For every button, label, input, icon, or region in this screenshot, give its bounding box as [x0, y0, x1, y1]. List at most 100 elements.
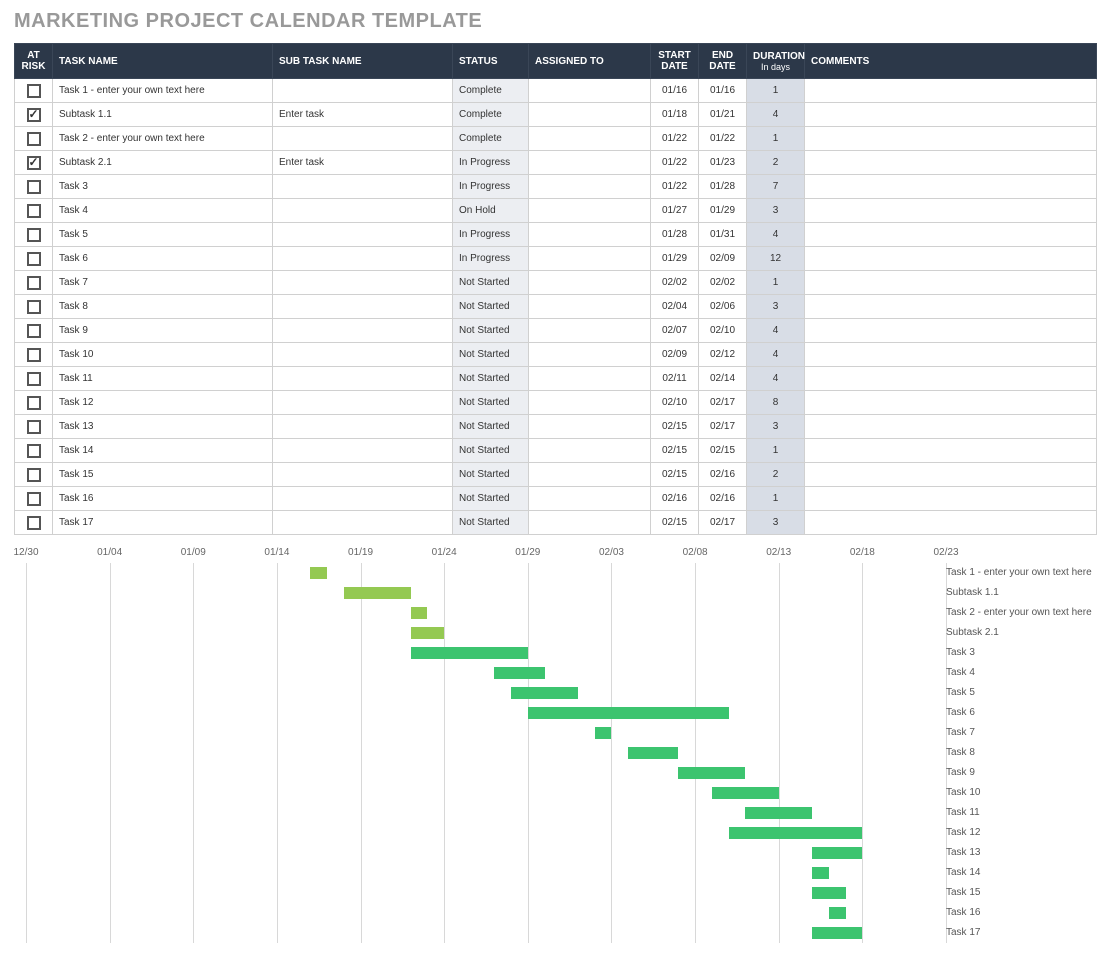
cell-assigned[interactable] — [529, 439, 651, 463]
cell-sub-task[interactable] — [273, 439, 453, 463]
cell-end-date[interactable]: 01/23 — [699, 151, 747, 175]
cell-start-date[interactable]: 01/28 — [651, 223, 699, 247]
cell-sub-task[interactable] — [273, 319, 453, 343]
cell-comments[interactable] — [805, 463, 1097, 487]
cell-end-date[interactable]: 01/16 — [699, 79, 747, 103]
cell-end-date[interactable]: 02/17 — [699, 511, 747, 535]
cell-assigned[interactable] — [529, 199, 651, 223]
cell-assigned[interactable] — [529, 295, 651, 319]
checkbox-icon[interactable] — [27, 204, 41, 218]
cell-assigned[interactable] — [529, 79, 651, 103]
cell-assigned[interactable] — [529, 175, 651, 199]
cell-status[interactable]: Not Started — [453, 391, 529, 415]
cell-at-risk[interactable] — [15, 439, 53, 463]
cell-sub-task[interactable] — [273, 367, 453, 391]
cell-comments[interactable] — [805, 367, 1097, 391]
cell-status[interactable]: Not Started — [453, 463, 529, 487]
cell-task-name[interactable]: Subtask 1.1 — [53, 103, 273, 127]
cell-end-date[interactable]: 01/31 — [699, 223, 747, 247]
cell-duration[interactable]: 1 — [747, 79, 805, 103]
cell-task-name[interactable]: Task 13 — [53, 415, 273, 439]
cell-sub-task[interactable] — [273, 175, 453, 199]
cell-start-date[interactable]: 01/22 — [651, 127, 699, 151]
cell-comments[interactable] — [805, 247, 1097, 271]
checkbox-icon[interactable] — [27, 444, 41, 458]
cell-sub-task[interactable] — [273, 127, 453, 151]
cell-task-name[interactable]: Task 9 — [53, 319, 273, 343]
cell-status[interactable]: Not Started — [453, 271, 529, 295]
cell-at-risk[interactable] — [15, 223, 53, 247]
cell-assigned[interactable] — [529, 127, 651, 151]
cell-comments[interactable] — [805, 511, 1097, 535]
cell-task-name[interactable]: Task 7 — [53, 271, 273, 295]
checkbox-icon[interactable] — [27, 492, 41, 506]
cell-duration[interactable]: 2 — [747, 151, 805, 175]
cell-task-name[interactable]: Task 11 — [53, 367, 273, 391]
cell-at-risk[interactable] — [15, 487, 53, 511]
checkbox-icon[interactable] — [27, 84, 41, 98]
cell-end-date[interactable]: 02/16 — [699, 487, 747, 511]
cell-end-date[interactable]: 02/15 — [699, 439, 747, 463]
cell-sub-task[interactable] — [273, 415, 453, 439]
cell-start-date[interactable]: 02/10 — [651, 391, 699, 415]
cell-at-risk[interactable] — [15, 463, 53, 487]
cell-status[interactable]: Not Started — [453, 343, 529, 367]
cell-task-name[interactable]: Task 12 — [53, 391, 273, 415]
cell-start-date[interactable]: 01/22 — [651, 175, 699, 199]
cell-sub-task[interactable]: Enter task — [273, 151, 453, 175]
cell-assigned[interactable] — [529, 343, 651, 367]
cell-end-date[interactable]: 01/29 — [699, 199, 747, 223]
cell-status[interactable]: Not Started — [453, 487, 529, 511]
cell-comments[interactable] — [805, 343, 1097, 367]
cell-sub-task[interactable] — [273, 487, 453, 511]
cell-at-risk[interactable] — [15, 319, 53, 343]
cell-start-date[interactable]: 01/29 — [651, 247, 699, 271]
cell-status[interactable]: Complete — [453, 127, 529, 151]
cell-duration[interactable]: 3 — [747, 295, 805, 319]
checkbox-icon[interactable] — [27, 252, 41, 266]
cell-comments[interactable] — [805, 271, 1097, 295]
cell-status[interactable]: Not Started — [453, 415, 529, 439]
cell-end-date[interactable]: 02/06 — [699, 295, 747, 319]
cell-at-risk[interactable] — [15, 247, 53, 271]
cell-task-name[interactable]: Task 4 — [53, 199, 273, 223]
cell-duration[interactable]: 1 — [747, 487, 805, 511]
cell-duration[interactable]: 3 — [747, 415, 805, 439]
cell-comments[interactable] — [805, 319, 1097, 343]
checkbox-icon[interactable] — [27, 420, 41, 434]
cell-end-date[interactable]: 01/21 — [699, 103, 747, 127]
checkbox-icon[interactable] — [27, 516, 41, 530]
cell-start-date[interactable]: 01/18 — [651, 103, 699, 127]
cell-end-date[interactable]: 02/17 — [699, 391, 747, 415]
cell-status[interactable]: In Progress — [453, 151, 529, 175]
cell-at-risk[interactable] — [15, 295, 53, 319]
checkbox-icon[interactable] — [27, 300, 41, 314]
cell-status[interactable]: Not Started — [453, 319, 529, 343]
cell-status[interactable]: Not Started — [453, 367, 529, 391]
cell-comments[interactable] — [805, 391, 1097, 415]
cell-duration[interactable]: 4 — [747, 367, 805, 391]
cell-end-date[interactable]: 02/16 — [699, 463, 747, 487]
cell-comments[interactable] — [805, 175, 1097, 199]
cell-assigned[interactable] — [529, 151, 651, 175]
checkbox-icon[interactable] — [27, 108, 41, 122]
cell-status[interactable]: Not Started — [453, 439, 529, 463]
cell-status[interactable]: In Progress — [453, 223, 529, 247]
cell-at-risk[interactable] — [15, 343, 53, 367]
cell-sub-task[interactable] — [273, 511, 453, 535]
cell-sub-task[interactable] — [273, 223, 453, 247]
cell-status[interactable]: Complete — [453, 103, 529, 127]
cell-at-risk[interactable] — [15, 391, 53, 415]
checkbox-icon[interactable] — [27, 132, 41, 146]
cell-assigned[interactable] — [529, 511, 651, 535]
cell-status[interactable]: On Hold — [453, 199, 529, 223]
cell-task-name[interactable]: Task 3 — [53, 175, 273, 199]
checkbox-icon[interactable] — [27, 324, 41, 338]
cell-end-date[interactable]: 01/22 — [699, 127, 747, 151]
cell-duration[interactable]: 3 — [747, 511, 805, 535]
cell-at-risk[interactable] — [15, 175, 53, 199]
cell-comments[interactable] — [805, 295, 1097, 319]
cell-start-date[interactable]: 01/16 — [651, 79, 699, 103]
cell-start-date[interactable]: 02/16 — [651, 487, 699, 511]
cell-start-date[interactable]: 02/09 — [651, 343, 699, 367]
